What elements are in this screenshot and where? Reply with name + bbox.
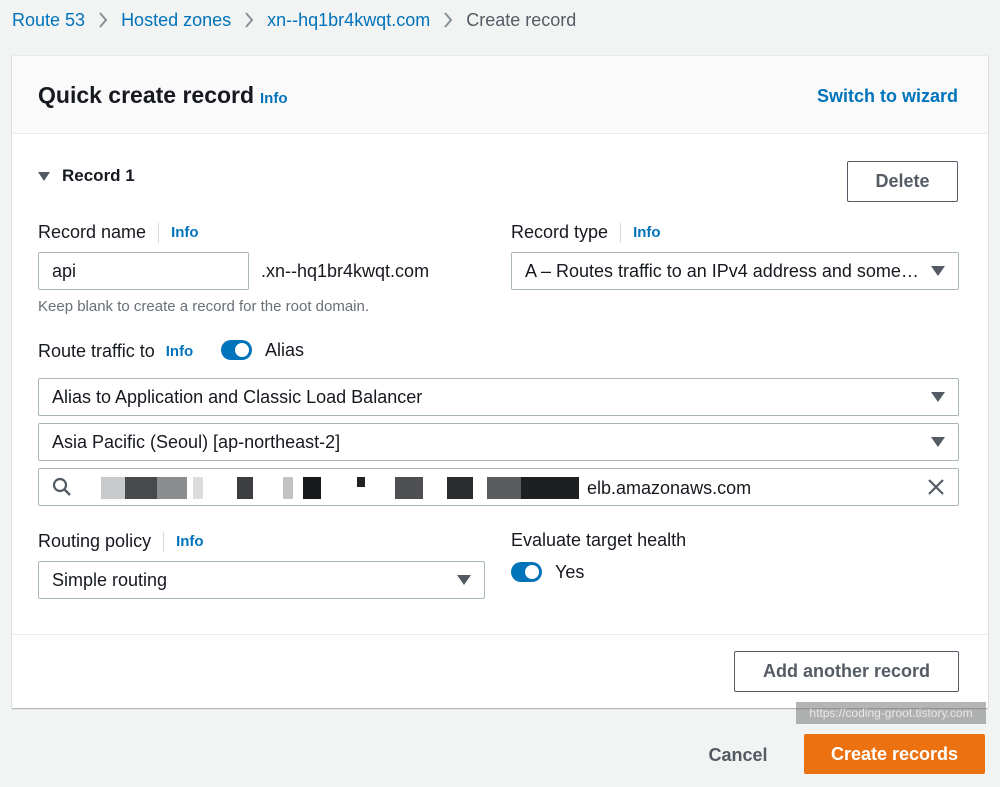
toggle-knob — [525, 565, 539, 579]
record-name-value: api — [52, 260, 77, 281]
record-type-info-link[interactable]: Info — [633, 224, 661, 241]
record-type-value: A – Routes traffic to an IPv4 address an… — [525, 260, 921, 281]
record-name-suffix: .xn--hq1br4kwqt.com — [261, 261, 430, 281]
record-name-label-text: Record name — [38, 222, 147, 242]
routing-policy-select[interactable]: Simple routing — [38, 561, 485, 599]
add-another-record-button[interactable]: Add another record — [734, 651, 959, 692]
title-info-link[interactable]: Info — [260, 90, 288, 107]
breadcrumb-current: Create record — [466, 9, 577, 30]
target-health-value: Yes — [555, 562, 585, 582]
divider — [12, 634, 988, 635]
dropdown-arrow-icon — [457, 575, 471, 585]
routing-policy-info-link[interactable]: Info — [176, 533, 204, 550]
toggle-knob — [235, 343, 249, 357]
record-1-toggle[interactable]: Record 1 — [38, 166, 135, 186]
create-records-button[interactable]: Create records — [804, 734, 985, 774]
region-select[interactable]: Asia Pacific (Seoul) [ap-northeast-2] — [38, 423, 959, 461]
divider — [158, 222, 160, 243]
chevron-right-icon — [443, 12, 453, 28]
breadcrumb-hosted-zones[interactable]: Hosted zones — [121, 10, 231, 31]
routing-policy-label-text: Routing policy — [38, 531, 152, 551]
alias-toggle[interactable] — [221, 340, 252, 360]
route-traffic-label: Route traffic to Info — [38, 341, 193, 362]
panel-header: Quick create record Info Switch to wizar… — [12, 56, 988, 134]
search-icon — [51, 476, 73, 498]
clear-icon[interactable] — [926, 477, 946, 497]
route-traffic-info-link[interactable]: Info — [166, 343, 194, 360]
route-traffic-label-text: Route traffic to — [38, 341, 155, 361]
delete-button[interactable]: Delete — [847, 161, 958, 202]
alias-label: Alias — [265, 340, 305, 360]
page-title: Quick create record — [38, 82, 255, 108]
divider — [620, 222, 622, 243]
region-value: Asia Pacific (Seoul) [ap-northeast-2] — [52, 431, 341, 452]
target-health-label-text: Evaluate target health — [511, 530, 687, 550]
record-1-label: Record 1 — [62, 166, 135, 185]
chevron-right-icon — [244, 12, 254, 28]
record-type-label-text: Record type — [511, 222, 609, 242]
record-type-label: Record type Info — [511, 222, 661, 243]
record-name-info-link[interactable]: Info — [171, 224, 199, 241]
load-balancer-value: elb.amazonaws.com — [101, 469, 751, 507]
divider — [163, 531, 165, 552]
dropdown-arrow-icon — [931, 266, 945, 276]
chevron-right-icon — [98, 12, 108, 28]
routing-policy-label: Routing policy Info — [38, 531, 204, 552]
record-name-label: Record name Info — [38, 222, 199, 243]
watermark: https://coding-groot.tistory.com — [796, 702, 986, 724]
record-name-help: Keep blank to create a record for the ro… — [38, 298, 370, 315]
target-health-label: Evaluate target health — [511, 530, 686, 551]
target-health-toggle[interactable] — [511, 562, 542, 582]
dropdown-arrow-icon — [931, 437, 945, 447]
load-balancer-search-input[interactable]: elb.amazonaws.com — [38, 468, 959, 506]
endpoint-value: Alias to Application and Classic Load Ba… — [52, 386, 423, 407]
routing-policy-value: Simple routing — [52, 569, 168, 590]
dropdown-arrow-icon — [931, 392, 945, 402]
caret-down-icon — [38, 171, 50, 181]
breadcrumb: Route 53 Hosted zones xn--hq1br4kwqt.com… — [12, 8, 576, 32]
record-name-input[interactable]: api — [38, 252, 249, 290]
breadcrumb-hosted-zone[interactable]: xn--hq1br4kwqt.com — [267, 10, 430, 31]
endpoint-select[interactable]: Alias to Application and Classic Load Ba… — [38, 378, 959, 416]
breadcrumb-route53[interactable]: Route 53 — [12, 10, 85, 31]
quick-create-panel: Quick create record Info Switch to wizar… — [12, 56, 988, 708]
redacted-area — [101, 477, 583, 499]
load-balancer-suffix: elb.amazonaws.com — [587, 477, 752, 498]
switch-to-wizard-link[interactable]: Switch to wizard — [817, 86, 958, 107]
cancel-button[interactable]: Cancel — [690, 735, 786, 775]
record-type-select[interactable]: A – Routes traffic to an IPv4 address an… — [511, 252, 959, 290]
